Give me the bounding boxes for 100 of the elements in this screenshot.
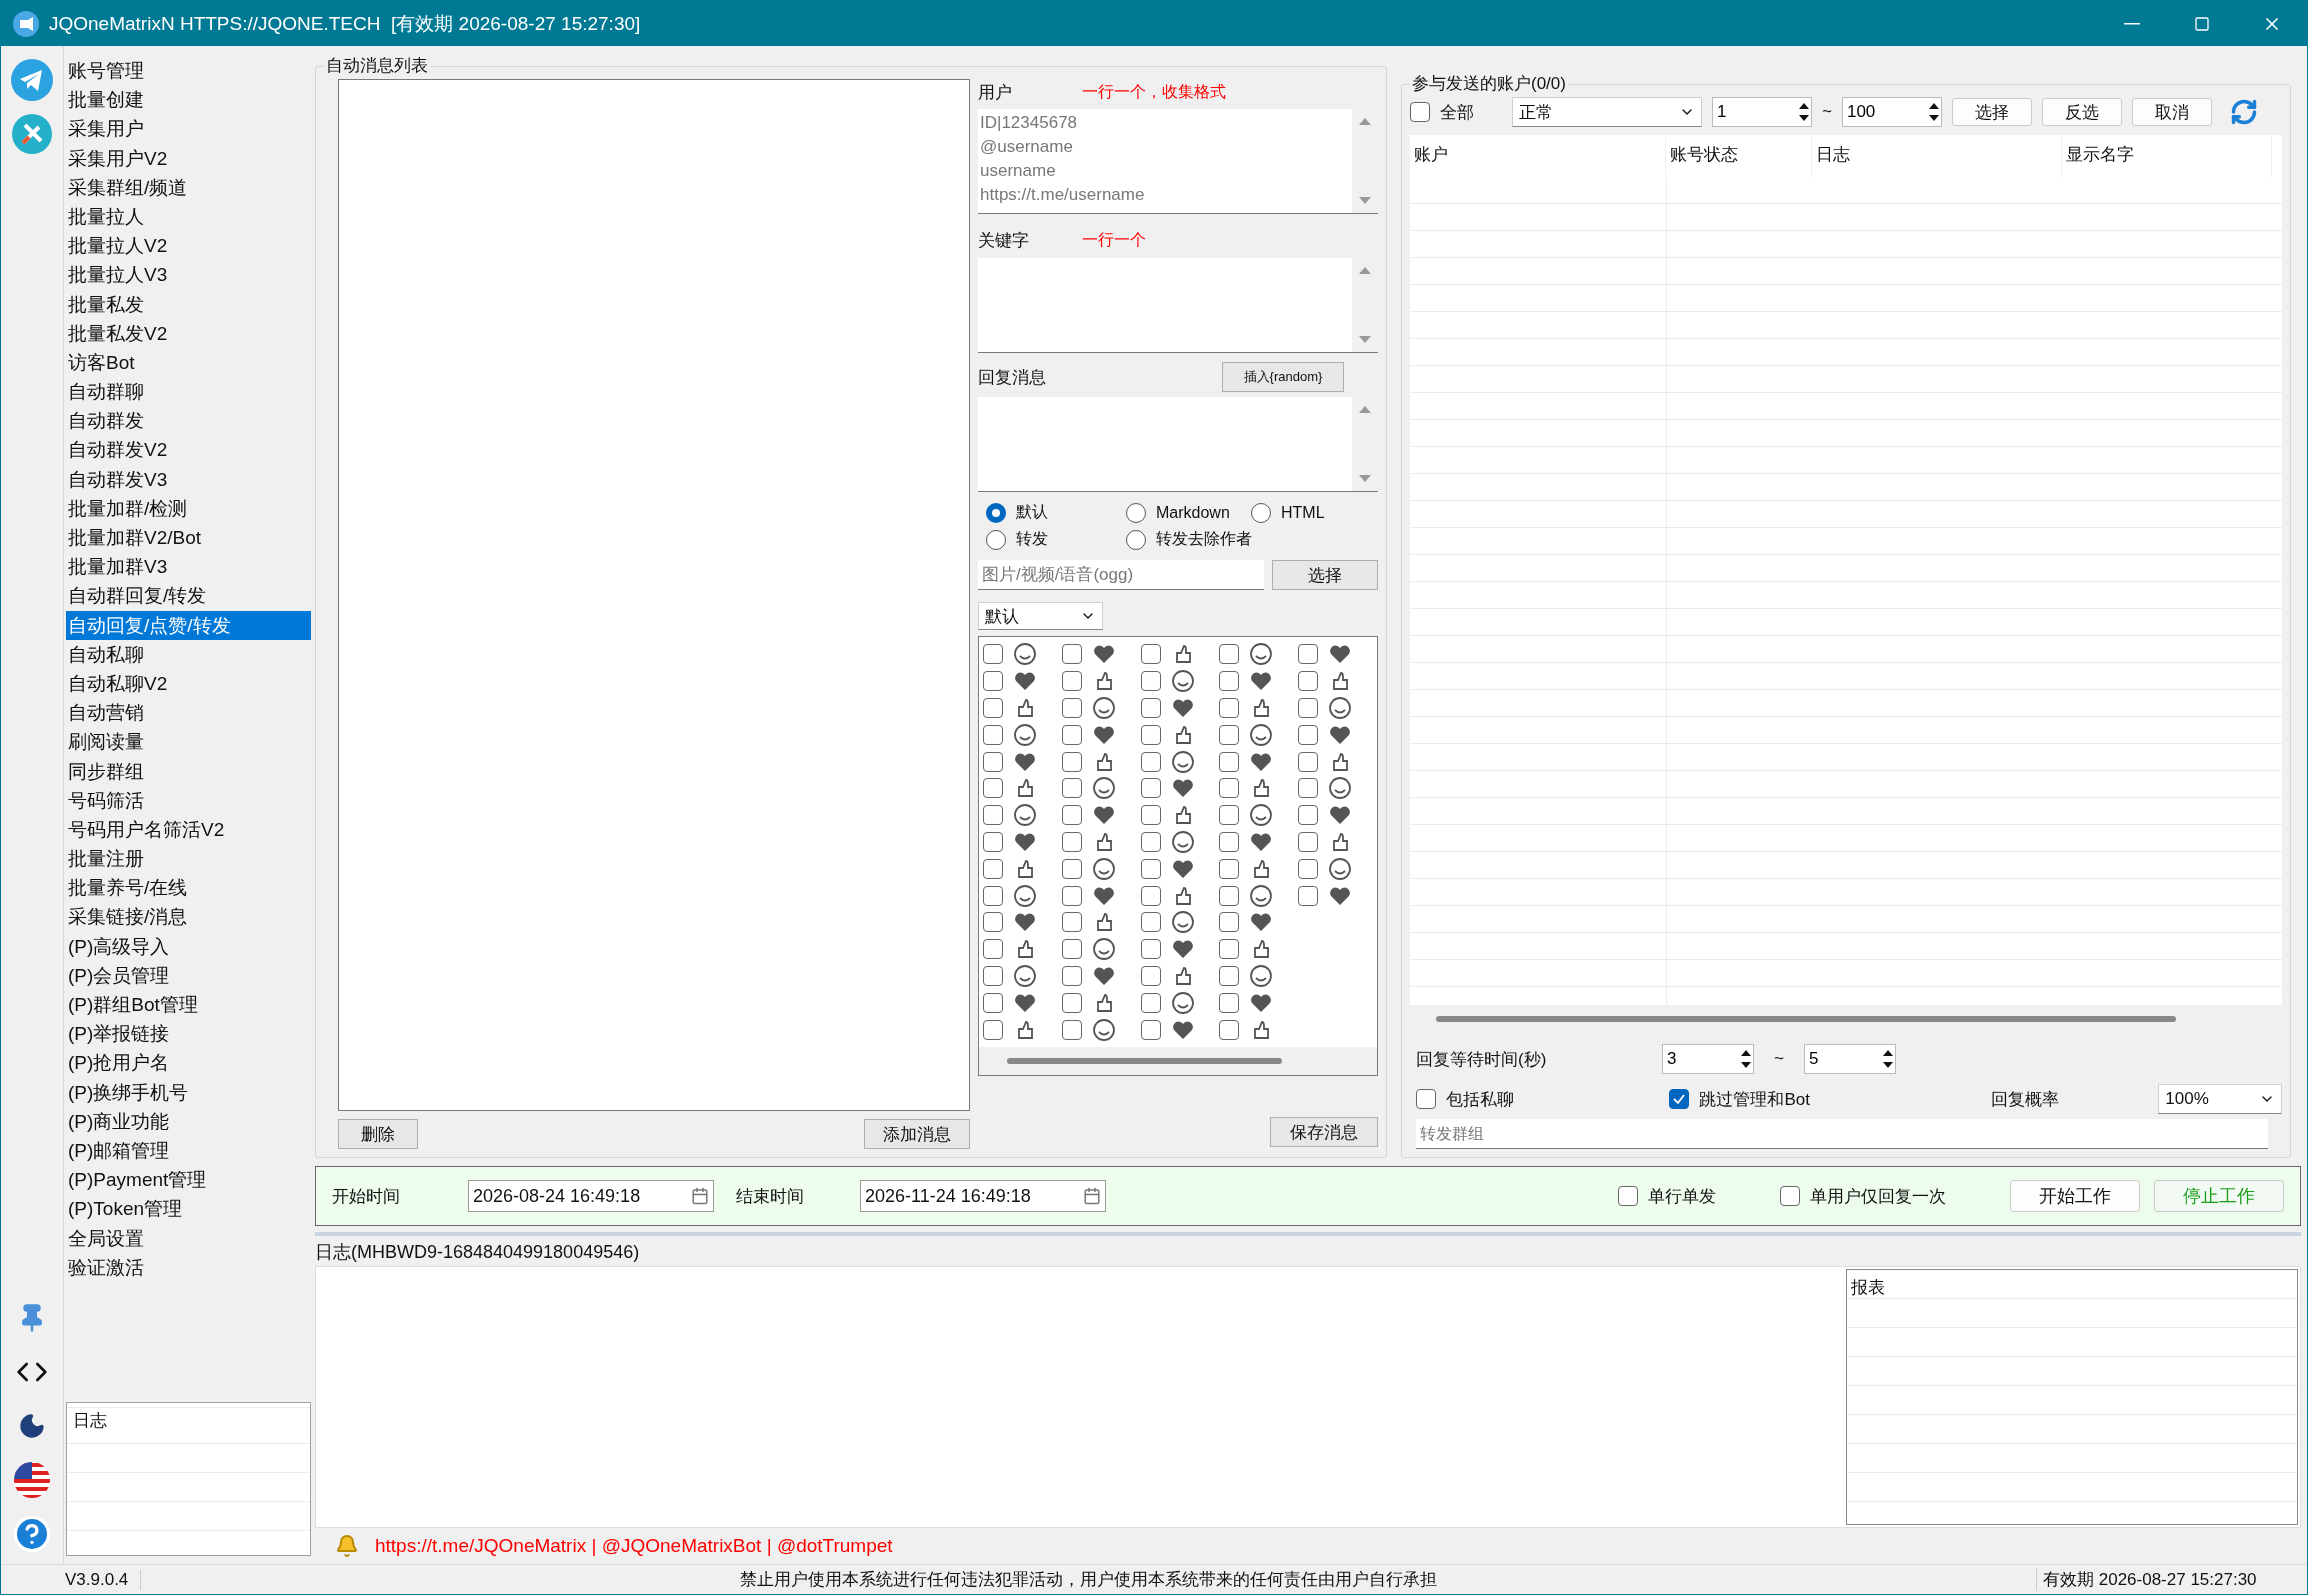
checkbox[interactable]	[1061, 1019, 1082, 1040]
menu-item[interactable]: (P)会员管理	[66, 960, 311, 990]
radio-option[interactable]: 转发去除作者	[1126, 529, 1251, 550]
checkbox[interactable]	[1219, 1019, 1240, 1040]
menu-item[interactable]: (P)Payment管理	[66, 1165, 311, 1195]
toolbar-button[interactable]: 反选	[2041, 98, 2122, 126]
checkbox[interactable]	[983, 778, 1003, 799]
menu-item[interactable]: 访客Bot	[66, 347, 311, 378]
number-field[interactable]: 3	[1662, 1044, 1754, 1074]
menu-item[interactable]: 批量拉人	[66, 201, 311, 232]
checkbox[interactable]	[1219, 778, 1240, 799]
menu-item[interactable]: 自动营销	[66, 698, 311, 728]
checkbox[interactable]	[1140, 671, 1161, 692]
delete-button[interactable]: 删除	[338, 1119, 418, 1149]
checkbox[interactable]	[1219, 698, 1240, 718]
checkbox[interactable]	[983, 885, 1003, 906]
probability-dropdown[interactable]: 100%	[2158, 1084, 2282, 1114]
menu-item[interactable]: 自动私聊	[66, 639, 311, 669]
checkbox[interactable]	[1061, 912, 1082, 933]
refresh-icon[interactable]	[2229, 98, 2258, 126]
checkbox[interactable]	[1140, 965, 1161, 986]
checkbox[interactable]: 包括私聊	[1416, 1087, 1662, 1111]
checkbox[interactable]	[1140, 885, 1161, 906]
menu-item[interactable]: 验证激活	[66, 1252, 311, 1282]
checkbox[interactable]	[1298, 644, 1319, 665]
work-button[interactable]: 开始工作	[2010, 1180, 2140, 1212]
checkbox[interactable]	[1061, 698, 1082, 718]
checkbox[interactable]	[983, 831, 1003, 852]
checkbox[interactable]	[983, 751, 1003, 772]
checkbox[interactable]	[1061, 671, 1082, 692]
checkbox[interactable]	[983, 1019, 1003, 1040]
tools-icon[interactable]	[12, 114, 52, 154]
checkbox[interactable]	[1140, 724, 1161, 745]
menu-item[interactable]: 批量创建	[66, 85, 311, 115]
checkbox[interactable]	[1219, 858, 1240, 879]
checkbox[interactable]	[1219, 831, 1240, 852]
number-input[interactable]: 5	[1804, 1049, 1881, 1069]
checkbox[interactable]	[1298, 858, 1319, 879]
menu-item[interactable]: (P)抢用户名	[66, 1048, 311, 1078]
help-icon[interactable]	[12, 1514, 52, 1554]
number-field[interactable]: 1	[1712, 97, 1812, 127]
emoji-set-dropdown[interactable]: 默认	[978, 602, 1103, 630]
checkbox[interactable]: 跳过管理和Bot	[1669, 1087, 1983, 1111]
radio-option[interactable]: Markdown	[1126, 502, 1251, 523]
checkbox[interactable]	[983, 965, 1003, 986]
checkbox[interactable]	[983, 671, 1003, 692]
toolbar-button[interactable]: 选择	[1951, 98, 2032, 126]
menu-item[interactable]: 自动私聊V2	[66, 668, 311, 699]
checkbox[interactable]	[1219, 805, 1240, 826]
menu-item[interactable]: 自动群聊	[66, 377, 311, 407]
checkbox[interactable]	[1061, 724, 1082, 745]
moon-icon[interactable]	[18, 1412, 46, 1440]
checkbox[interactable]	[1298, 885, 1319, 906]
date-field[interactable]: 2026-11-24 16:49:18	[860, 1180, 1106, 1212]
checkbox[interactable]	[1298, 671, 1319, 692]
radio-option[interactable]: HTML	[1251, 502, 1361, 523]
radio-option[interactable]: 默认	[986, 502, 1126, 523]
menu-item[interactable]: 自动群发V2	[66, 435, 311, 465]
forward-group-field[interactable]: 转发群组	[1416, 1119, 2268, 1149]
checkbox[interactable]	[1140, 992, 1161, 1013]
menu-item[interactable]: 号码筛活	[66, 785, 311, 815]
menu-item[interactable]: 自动群回复/转发	[66, 581, 311, 611]
checkbox[interactable]	[983, 644, 1003, 665]
checkbox[interactable]	[1219, 644, 1240, 665]
choose-button[interactable]: 选择	[1272, 560, 1378, 590]
save-message-button[interactable]: 保存消息	[1270, 1117, 1378, 1147]
menu-item[interactable]: 自动群发	[66, 406, 311, 436]
checkbox[interactable]	[983, 912, 1003, 933]
checkbox[interactable]	[1140, 939, 1161, 960]
checkbox[interactable]	[1219, 671, 1240, 692]
menu-item[interactable]: 同步群组	[66, 756, 311, 786]
checkbox[interactable]	[983, 724, 1003, 745]
checkbox[interactable]	[1219, 885, 1240, 906]
checkbox[interactable]: 单行单发	[1618, 1184, 1716, 1208]
menu-item[interactable]: (P)举报链接	[66, 1019, 311, 1049]
menu-item[interactable]: 批量加群/检测	[66, 493, 311, 523]
checkbox[interactable]	[1298, 751, 1319, 772]
menu-item[interactable]: 批量加群V3	[66, 552, 311, 582]
menu-item[interactable]: 号码用户名筛活V2	[66, 814, 311, 845]
checkbox[interactable]	[983, 939, 1003, 960]
checkbox[interactable]	[1061, 965, 1082, 986]
menu-item[interactable]: 全局设置	[66, 1223, 311, 1253]
checkbox[interactable]	[1298, 698, 1319, 718]
media-field[interactable]: 图片/视频/语音(ogg)	[978, 560, 1264, 590]
menu-item[interactable]: 批量注册	[66, 844, 311, 874]
menu-item[interactable]: (P)邮箱管理	[66, 1135, 311, 1166]
checkbox[interactable]	[1298, 724, 1319, 745]
checkbox[interactable]	[1061, 939, 1082, 960]
menu-item[interactable]: 批量养号/在线	[66, 873, 311, 903]
menu-item[interactable]: (P)换绑手机号	[66, 1077, 311, 1107]
menu-item[interactable]: 批量私发	[66, 289, 311, 319]
toolbar-button[interactable]: 取消	[2131, 98, 2212, 126]
menu-item[interactable]: 自动回复/点赞/转发	[66, 610, 311, 640]
checkbox[interactable]	[1219, 992, 1240, 1013]
checkbox[interactable]	[1298, 778, 1319, 799]
checkbox[interactable]	[1219, 751, 1240, 772]
menu-item[interactable]: (P)Token管理	[66, 1194, 311, 1224]
menu-item[interactable]: 采集链接/消息	[66, 902, 311, 932]
menu-item[interactable]: (P)商业功能	[66, 1106, 311, 1136]
insert-random-button[interactable]: 插入{random}	[1222, 362, 1344, 392]
